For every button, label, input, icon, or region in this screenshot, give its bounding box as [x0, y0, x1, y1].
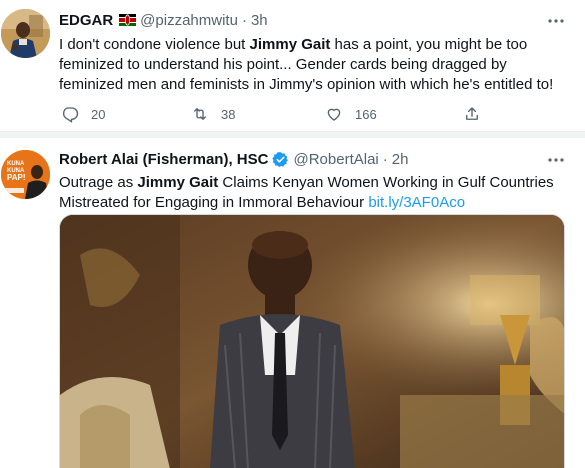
- tweet-media-image[interactable]: [59, 214, 565, 468]
- timestamp[interactable]: 3h: [251, 12, 268, 29]
- tweet-header: Robert Alai (Fisherman), HSC @RobertAlai…: [59, 148, 408, 170]
- like-button[interactable]: 166: [325, 105, 377, 123]
- tweet-link[interactable]: bit.ly/3AF0Aco: [368, 194, 465, 211]
- reply-button[interactable]: 20: [61, 105, 105, 123]
- reply-icon: [62, 107, 79, 123]
- avatar[interactable]: [1, 9, 50, 58]
- separator-dot: ·: [382, 150, 388, 168]
- tweet-divider: [0, 131, 585, 138]
- user-handle[interactable]: @pizzahmwitu: [140, 12, 238, 29]
- user-handle[interactable]: @RobertAlai: [293, 151, 378, 168]
- heart-icon: [327, 108, 341, 121]
- reply-count: 20: [91, 106, 106, 122]
- tweet-text-bold: Jimmy Gait: [249, 36, 331, 53]
- share-icon: [466, 107, 478, 120]
- tweet-text-bold: Jimmy Gait: [137, 174, 219, 191]
- avatar-text: KUNA: [7, 161, 25, 167]
- more-options-icon[interactable]: [545, 10, 567, 32]
- tweet-actions: 20 38 166: [59, 105, 499, 127]
- tweet-header: EDGAR @pizzahmwitu · 3h: [59, 9, 268, 31]
- display-name[interactable]: EDGAR: [59, 12, 113, 29]
- verified-badge-icon: [272, 151, 289, 168]
- media-photo: [60, 215, 564, 468]
- avatar-image: [1, 9, 50, 58]
- retweet-icon: [194, 108, 206, 120]
- avatar-text: PAP!: [7, 173, 26, 182]
- tweet-text-part: Outrage as: [59, 174, 138, 191]
- tweet-text: I don't condone violence but Jimmy Gait …: [59, 35, 574, 95]
- kenya-flag-icon: [119, 14, 137, 26]
- avatar[interactable]: KUNA KUNA PAP!: [1, 150, 50, 199]
- more-options-icon[interactable]: [545, 149, 567, 171]
- display-name[interactable]: Robert Alai (Fisherman), HSC: [59, 151, 268, 168]
- avatar-image: KUNA KUNA PAP!: [1, 150, 50, 199]
- timestamp[interactable]: 2h: [392, 151, 409, 168]
- like-count: 166: [355, 106, 377, 122]
- retweet-button[interactable]: 38: [191, 105, 235, 123]
- tweet[interactable]: EDGAR @pizzahmwitu · 3h I don't condone …: [0, 0, 585, 131]
- separator-dot: ·: [241, 11, 247, 29]
- tweet-text-part: I don't condone violence but: [59, 36, 250, 53]
- tweet-text: Outrage as Jimmy Gait Claims Kenyan Wome…: [59, 173, 574, 213]
- share-button[interactable]: [463, 105, 481, 123]
- retweet-count: 38: [221, 106, 236, 122]
